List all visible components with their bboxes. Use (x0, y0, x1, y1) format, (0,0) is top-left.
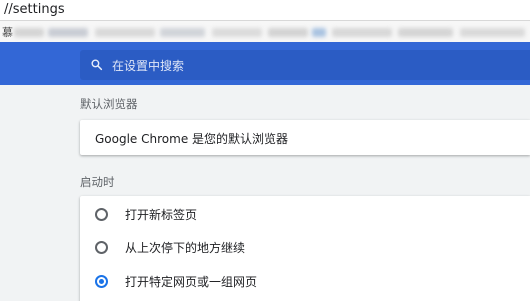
section-title-on-startup: 启动时 (80, 175, 115, 189)
radio-button-selected[interactable] (95, 275, 108, 288)
section-title-default-browser: 默认浏览器 (80, 97, 138, 111)
blurred-bookmarks (160, 28, 205, 37)
radio-button[interactable] (95, 208, 108, 221)
blurred-bookmarks (398, 28, 453, 37)
blurred-bookmarks (212, 28, 262, 37)
radio-button[interactable] (95, 241, 108, 254)
default-browser-status: Google Chrome 是您的默认浏览器 (95, 132, 289, 146)
blurred-bookmarks (460, 28, 525, 37)
bookmarks-bar: 慕 (0, 21, 530, 42)
blurred-bookmarks (332, 28, 392, 37)
default-browser-card: Google Chrome 是您的默认浏览器 (80, 120, 530, 155)
startup-options-card: 打开新标签页 从上次停下的地方继续 打开特定网页或一组网页 (80, 196, 530, 301)
settings-header: 在设置中搜索 (0, 42, 530, 85)
startup-option-label[interactable]: 打开新标签页 (125, 206, 197, 223)
blurred-bookmarks (14, 28, 44, 37)
blurred-bookmarks (268, 28, 308, 37)
search-icon (91, 59, 103, 71)
startup-option-label[interactable]: 打开特定网页或一组网页 (125, 273, 257, 290)
address-bar-url[interactable]: //settings (4, 2, 65, 17)
search-placeholder[interactable]: 在设置中搜索 (112, 57, 184, 74)
blurred-bookmarks (312, 28, 326, 37)
address-bar[interactable]: //settings (0, 0, 530, 21)
settings-search-field[interactable]: 在设置中搜索 (80, 50, 530, 80)
bookmark-item[interactable]: 慕 (2, 24, 13, 40)
blurred-bookmarks (48, 28, 88, 37)
startup-option-label[interactable]: 从上次停下的地方继续 (125, 239, 245, 256)
blurred-bookmarks (95, 28, 155, 37)
